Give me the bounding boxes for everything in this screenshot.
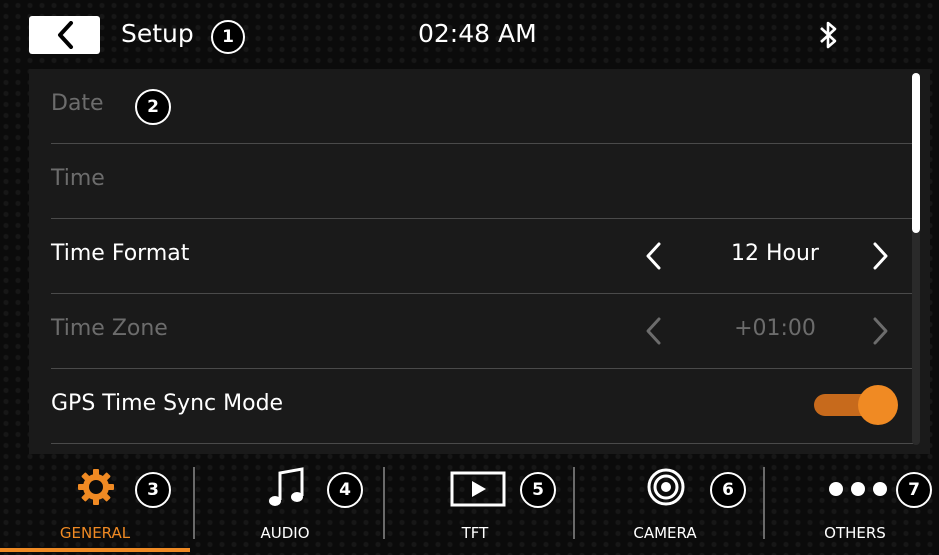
page-title: Setup (121, 19, 194, 48)
header-bar: Setup 1 02:48 AM (0, 0, 939, 70)
setting-row-date[interactable]: Date 2 (51, 69, 918, 144)
tab-label: CAMERA (633, 524, 697, 542)
setting-label: Time Format (51, 241, 190, 266)
setting-row-time[interactable]: Time (51, 144, 918, 219)
chevron-left-icon[interactable] (643, 241, 663, 271)
tab-label: AUDIO (260, 524, 310, 542)
setting-label: Time (51, 166, 105, 191)
toggle-knob (858, 385, 898, 425)
setting-row-gps-time-sync: GPS Time Sync Mode (51, 369, 918, 444)
chevron-left-icon[interactable] (643, 316, 663, 346)
tab-camera[interactable]: 6 CAMERA (570, 455, 760, 555)
tab-label: GENERAL (59, 524, 131, 542)
setting-label: Time Zone (51, 316, 168, 341)
callout-marker: 1 (211, 20, 245, 54)
tab-label: OTHERS (824, 524, 886, 542)
music-note-icon (269, 467, 304, 506)
tab-tft[interactable]: 5 TFT (380, 455, 570, 555)
camera-lens-icon (647, 468, 685, 506)
callout-marker: 2 (135, 89, 171, 125)
gear-icon (78, 469, 114, 505)
play-screen-icon (450, 471, 506, 507)
tab-label: TFT (461, 524, 489, 542)
setting-row-time-zone: Time Zone +01:00 (51, 294, 918, 369)
bluetooth-icon (820, 21, 837, 49)
callout-marker: 6 (710, 472, 746, 508)
active-tab-indicator (0, 548, 190, 552)
clock: 02:48 AM (418, 19, 537, 48)
screen: Setup 1 02:48 AM Date 2 Time Time Format… (0, 0, 939, 555)
scrollbar-thumb[interactable] (912, 73, 920, 233)
callout-marker: 3 (135, 472, 171, 508)
settings-panel: Date 2 Time Time Format 12 Hour Time Zon… (29, 69, 930, 454)
callout-marker: 4 (327, 472, 363, 508)
setting-label: GPS Time Sync Mode (51, 391, 284, 416)
callout-marker: 7 (896, 472, 932, 508)
gps-sync-toggle[interactable] (814, 385, 898, 425)
bottom-tab-bar: 3 GENERAL 4 AUDIO 5 TFT 6 CAMERA 7 OTHER… (0, 455, 939, 555)
more-dots-icon (829, 482, 887, 496)
chevron-left-icon (57, 21, 73, 49)
back-button[interactable] (29, 16, 100, 54)
tab-audio[interactable]: 4 AUDIO (190, 455, 380, 555)
setting-value: 12 Hour (731, 241, 819, 266)
setting-label: Date (51, 91, 104, 116)
chevron-right-icon[interactable] (871, 316, 891, 346)
chevron-right-icon[interactable] (871, 241, 891, 271)
setting-row-time-format: Time Format 12 Hour (51, 219, 918, 294)
setting-value: +01:00 (734, 316, 816, 341)
callout-marker: 5 (520, 472, 556, 508)
tab-others[interactable]: 7 OTHERS (760, 455, 939, 555)
tab-general[interactable]: 3 GENERAL (0, 455, 190, 555)
